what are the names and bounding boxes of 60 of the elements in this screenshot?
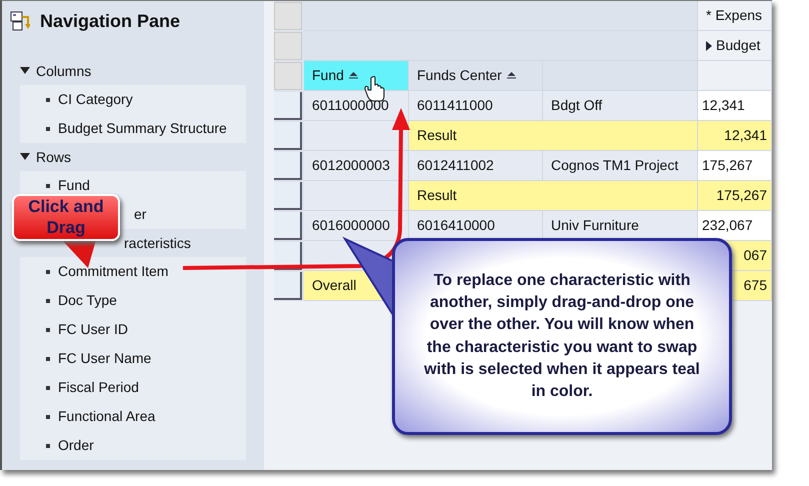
column-header[interactable]: Fund <box>304 61 409 91</box>
bullet-icon <box>46 356 50 360</box>
table-cell: Cognos TM1 Project <box>543 151 698 181</box>
row-selector[interactable] <box>274 122 302 150</box>
table-cell: 6011000000 <box>304 91 409 121</box>
table-cell: Univ Furniture <box>543 211 698 241</box>
sort-icon[interactable] <box>506 72 516 79</box>
navigation-pane-icon <box>10 11 30 31</box>
characteristic-item[interactable]: Order <box>58 435 94 456</box>
row-selector[interactable] <box>274 212 302 240</box>
section-label[interactable]: racteristics <box>124 232 191 254</box>
characteristic-item[interactable]: Fiscal Period <box>58 377 139 398</box>
table-cell: Bdgt Off <box>543 91 698 121</box>
table-cell: 175,267 <box>698 151 772 181</box>
result-cell: Result <box>409 181 698 211</box>
characteristic-item[interactable]: Fund <box>58 175 90 196</box>
bullet-icon <box>46 298 50 302</box>
row-selector[interactable] <box>274 182 302 210</box>
characteristic-item[interactable]: CI Category <box>58 89 133 110</box>
sort-icon[interactable] <box>348 72 358 79</box>
header-text: Budget <box>716 36 760 55</box>
table-cell: 232,067 <box>698 211 772 241</box>
bullet-icon <box>46 184 50 188</box>
callout: To replace one characteristic with another, simply drag-and-drop one over the other. You will know when the characteristic you want to swap with is selected when it appears teal in color. <box>392 238 732 435</box>
expand-triangle-icon[interactable] <box>20 67 30 75</box>
bullet-icon <box>46 414 50 418</box>
expand-arrow-icon[interactable] <box>706 40 712 50</box>
table-cell: 6012000003 <box>304 151 409 181</box>
bullet-icon <box>46 386 50 390</box>
table-cell: 6011411000 <box>409 91 543 121</box>
result-cell: Result <box>409 121 698 151</box>
table-cell: 6012411002 <box>409 151 543 181</box>
table-cell: 6016000000 <box>304 211 409 241</box>
bullet-icon <box>46 328 50 332</box>
table-cell: 175,267 <box>698 181 772 211</box>
section-label[interactable]: Rows <box>36 146 72 168</box>
characteristic-item[interactable]: Doc Type <box>58 290 117 311</box>
section-label[interactable]: Columns <box>36 60 92 82</box>
characteristic-item[interactable]: FC User Name <box>58 348 152 369</box>
table-cell: 12,341 <box>698 121 772 151</box>
characteristic-item[interactable]: FC User ID <box>58 319 128 340</box>
characteristic-item[interactable]: Commitment Item <box>58 261 168 282</box>
bullet-icon <box>46 98 50 102</box>
pane-title: Navigation Pane <box>40 10 180 33</box>
column-header[interactable]: Funds Center <box>409 61 543 91</box>
characteristic-item[interactable]: er <box>134 204 146 225</box>
bullet-icon <box>46 126 50 130</box>
row-selector[interactable] <box>274 272 302 300</box>
callout: Click and Drag <box>12 194 120 241</box>
characteristic-item[interactable]: Functional Area <box>58 406 156 427</box>
table-cell: 6016410000 <box>409 211 543 241</box>
characteristic-item[interactable]: Budget Summary Structure <box>58 118 227 139</box>
row-selector[interactable] <box>274 92 302 120</box>
table-cell: 12,341 <box>698 91 772 121</box>
bullet-icon <box>46 270 50 274</box>
row-selector[interactable] <box>274 152 302 180</box>
hand-cursor-icon <box>364 76 384 102</box>
expand-triangle-icon[interactable] <box>20 153 30 161</box>
header-cell: * Expens <box>698 1 772 31</box>
bullet-icon <box>46 444 50 448</box>
